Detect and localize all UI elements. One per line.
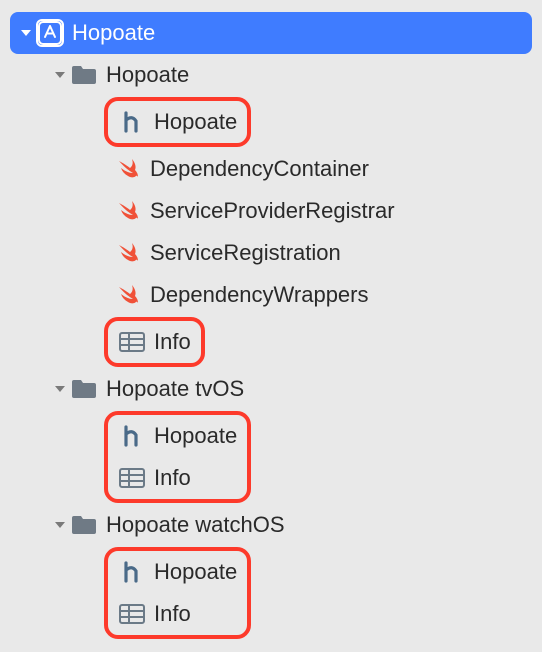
file-row[interactable]: Info [112,593,243,635]
header-file-icon [118,422,146,450]
folder-row[interactable]: Hopoate watchOS [10,504,532,546]
file-label: ServiceProviderRegistrar [150,198,395,224]
chevron-down-icon[interactable] [50,519,70,531]
swift-file-icon [114,197,142,225]
file-row[interactable]: Hopoate [112,101,243,143]
chevron-down-icon[interactable] [50,69,70,81]
file-row[interactable]: Info [112,457,243,499]
file-row[interactable]: Hopoate [112,415,243,457]
file-row[interactable]: DependencyWrappers [108,274,532,316]
folder-icon [70,511,98,539]
file-row[interactable]: DependencyContainer [108,148,532,190]
swift-file-icon [114,155,142,183]
file-label: Info [154,465,191,491]
file-row[interactable]: ServiceRegistration [108,232,532,274]
file-label: Hopoate [154,559,237,585]
folder-row[interactable]: Hopoate [10,54,532,96]
chevron-down-icon[interactable] [50,383,70,395]
file-label: DependencyWrappers [150,282,369,308]
file-row[interactable]: Hopoate [112,551,243,593]
project-root-label: Hopoate [72,20,155,46]
plist-file-icon [118,600,146,628]
folder-row[interactable]: Hopoate tvOS [10,368,532,410]
file-row[interactable]: Info [112,321,197,363]
folder-icon [70,375,98,403]
file-label: Info [154,329,191,355]
swift-file-icon [114,281,142,309]
file-label: Hopoate [154,423,237,449]
file-row[interactable]: ServiceProviderRegistrar [108,190,532,232]
plist-file-icon [118,328,146,356]
plist-file-icon [118,464,146,492]
swift-file-icon [114,239,142,267]
file-label: Info [154,601,191,627]
header-file-icon [118,558,146,586]
header-file-icon [118,108,146,136]
folder-label: Hopoate watchOS [106,512,285,538]
app-icon [36,19,64,47]
folder-icon [70,61,98,89]
file-label: DependencyContainer [150,156,369,182]
folder-label: Hopoate tvOS [106,376,244,402]
file-label: ServiceRegistration [150,240,341,266]
chevron-down-icon[interactable] [16,27,36,39]
project-root-row[interactable]: Hopoate [10,12,532,54]
file-label: Hopoate [154,109,237,135]
folder-label: Hopoate [106,62,189,88]
